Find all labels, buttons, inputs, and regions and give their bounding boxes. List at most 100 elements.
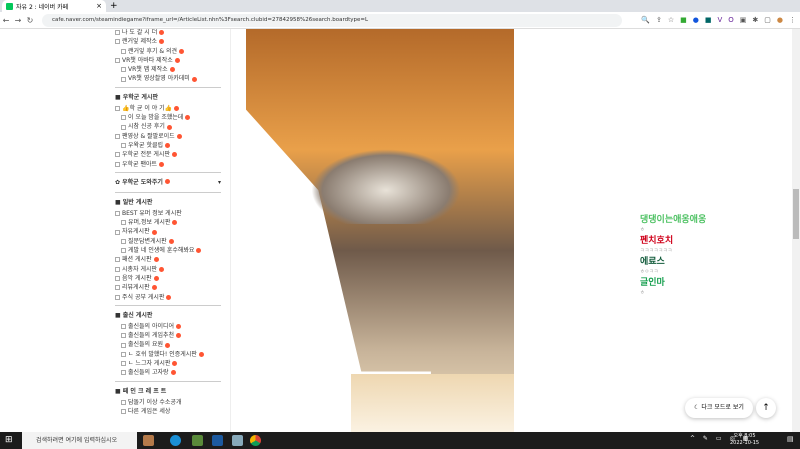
chat-entry[interactable]: 댕댕이는애옹애옹 ㅎ (640, 215, 706, 236)
board-link[interactable]: VR챗 영상촬영 아카데미 (115, 74, 221, 83)
chat-entry[interactable]: 펜치호치 ㅋㅋㅋㅋㅋㅋㅋ (640, 236, 706, 257)
taskbar-search[interactable]: 검색하려면 여기에 입력하십시오 (22, 432, 137, 449)
tab-active[interactable]: 자유 2 : 네이버 카페 × (2, 0, 106, 12)
board-link[interactable]: 시참 신공 후기 (115, 122, 221, 131)
minecraft-icon[interactable] (192, 435, 203, 446)
board-link[interactable]: 출신들의 게임추천 (115, 331, 221, 340)
board-link[interactable]: 다른 게임은 세상 (115, 407, 221, 416)
board-link[interactable]: 이 오늘 밤을 조했는데 (115, 113, 221, 122)
board-label: VR챗 영상촬영 아카데미 (128, 75, 190, 83)
board-label: 우학굳 팬아트 (122, 160, 158, 168)
dark-mode-button[interactable]: ☾ 다크 모드로 보기 (685, 398, 753, 418)
new-badge (170, 370, 176, 376)
avatar[interactable]: ● (777, 14, 783, 27)
windows-start-icon[interactable]: ⊞ (5, 435, 13, 445)
board-link[interactable]: 랜거잎 후기 & 의견 (115, 47, 221, 56)
board-link[interactable]: 나 도 갈 시 더 (115, 29, 221, 37)
board-icon (115, 211, 120, 216)
board-label: 랜거잎 제작소 (122, 38, 158, 46)
scrollbar-thumb[interactable] (793, 189, 799, 239)
board-link[interactable]: 우학굳 팬아트 (115, 160, 221, 169)
forward-icon[interactable]: → (12, 16, 24, 25)
city-night-image (246, 29, 514, 416)
extension-icon[interactable]: O (728, 14, 734, 27)
chat-entry[interactable]: 글인마 ㅎ (640, 278, 706, 299)
scroll-top-button[interactable]: ↑ (756, 398, 776, 418)
chevron-down-icon[interactable]: ▾ (218, 176, 221, 189)
reload-icon[interactable]: ↻ (24, 16, 36, 25)
board-link[interactable]: VR챗 맵 제작소 (115, 65, 221, 74)
board-link[interactable]: 음악 게시판 (115, 274, 221, 283)
notification-icon[interactable]: ▤ (787, 435, 794, 443)
new-badge (176, 323, 182, 329)
clock[interactable]: 오후 8:05 2022-10-15 (730, 433, 759, 447)
board-link[interactable]: 패션 게시판 (115, 255, 221, 264)
new-badge (153, 257, 159, 263)
board-icon (115, 257, 120, 263)
board-link[interactable]: 질문답변게시판 (115, 237, 221, 246)
board-link[interactable]: 게발 네 인생에 훈수해봐요 (115, 246, 221, 255)
board-label: 음악 게시판 (122, 274, 152, 282)
board-link[interactable]: 담돌기 이상 수소공개 (115, 398, 221, 407)
chat-user[interactable]: 댕댕이는애옹애옹 (640, 215, 706, 226)
back-icon[interactable]: ← (0, 16, 12, 25)
extension-icon[interactable]: ▣ (740, 14, 747, 27)
zoom-icon[interactable]: 🔍 (641, 14, 650, 27)
extension-icon[interactable]: ● (693, 14, 699, 27)
board-link[interactable]: 우왁굳 핫클립 (115, 141, 221, 150)
chat-user[interactable]: 펜치호치 (640, 236, 706, 247)
puzzle-icon[interactable]: ✱ (752, 14, 758, 27)
close-tab-icon[interactable]: × (96, 2, 102, 10)
board-link[interactable]: 리뷰게시판 (115, 283, 221, 292)
chat-entry[interactable]: 에료스 ㅎㅇㅋㅋ (640, 257, 706, 278)
board-link[interactable]: 👍학 균 이 야 기👍 (115, 104, 221, 113)
board-icon (121, 409, 126, 415)
sidepanel-icon[interactable]: ▢ (764, 14, 771, 27)
vegas-icon[interactable] (212, 435, 223, 446)
board-link[interactable]: 팬영상 & 짤팔로이드 (115, 132, 221, 141)
new-badge (166, 294, 172, 300)
board-link[interactable]: 시총자 게시판 (115, 265, 221, 274)
new-badge (153, 276, 159, 282)
board-link[interactable]: 출신들의 요원 (115, 340, 221, 349)
app-icon[interactable] (232, 435, 243, 446)
sidebar-menu: 나 도 갈 시 더 랜거잎 제작소 랜거잎 후기 & 의견 VR챗 아바타 제작소 VR… (115, 29, 221, 416)
board-link[interactable]: 출신들의 아이디어 (115, 322, 221, 331)
board-label: 시총자 게시판 (122, 265, 158, 273)
chrome-icon[interactable] (250, 435, 261, 446)
chat-user[interactable]: 에료스 (640, 257, 706, 268)
board-link[interactable]: 유머,정보 게시판 (115, 218, 221, 227)
help-menu[interactable]: ✿ 우학군 도와주기 ▾ (115, 176, 221, 189)
extension-icon[interactable]: V (717, 14, 722, 27)
new-badge (171, 152, 177, 158)
section-header: ■ 떼 인 크 레 프 트 (115, 387, 167, 395)
new-badge (165, 143, 171, 149)
chat-user[interactable]: 글인마 (640, 278, 706, 289)
edge-icon[interactable] (170, 435, 181, 446)
board-label: ㄴ 호쉬 발했다! 인증게시판 (128, 350, 197, 358)
board-link[interactable]: 자유게시판 (115, 227, 221, 236)
board-link[interactable]: ㄴ 호쉬 발했다! 인증게시판 (115, 350, 221, 359)
new-badge (185, 115, 191, 121)
new-tab-button[interactable]: + (110, 0, 118, 12)
star-icon[interactable]: ☆ (668, 14, 674, 27)
board-link[interactable]: BEST 유머 정보 게시판 (115, 209, 221, 218)
new-badge (172, 361, 178, 367)
share-icon[interactable]: ⇪ (656, 14, 662, 27)
section-title: 우학군 도와주기 (122, 178, 163, 186)
extension-icon[interactable]: ■ (705, 14, 712, 27)
new-badge (159, 39, 165, 45)
board-link[interactable]: VR챗 아바타 제작소 (115, 56, 221, 65)
chat-message: ㅋㅋㅋㅋㅋㅋㅋ (640, 248, 673, 254)
extensions: 🔍 ⇪ ☆ ■ ● ■ V O ▣ ✱ ▢ ● ⋮ (641, 14, 796, 27)
app-icon[interactable] (143, 435, 154, 446)
board-link[interactable]: 출신들의 고자랑 (115, 368, 221, 377)
extension-icon[interactable]: ■ (680, 14, 687, 27)
board-link[interactable]: 우학굳 전문 게시판 (115, 150, 221, 159)
board-link[interactable]: 주식 공부 게시판 (115, 293, 221, 302)
board-link[interactable]: ㄴ 느그자 게시판 (115, 359, 221, 368)
url-bar[interactable]: cafe.naver.com/steamindiegame?iframe_url… (42, 14, 622, 27)
board-link[interactable]: 랜거잎 제작소 (115, 37, 221, 46)
board-icon (115, 39, 120, 45)
menu-icon[interactable]: ⋮ (789, 14, 796, 27)
